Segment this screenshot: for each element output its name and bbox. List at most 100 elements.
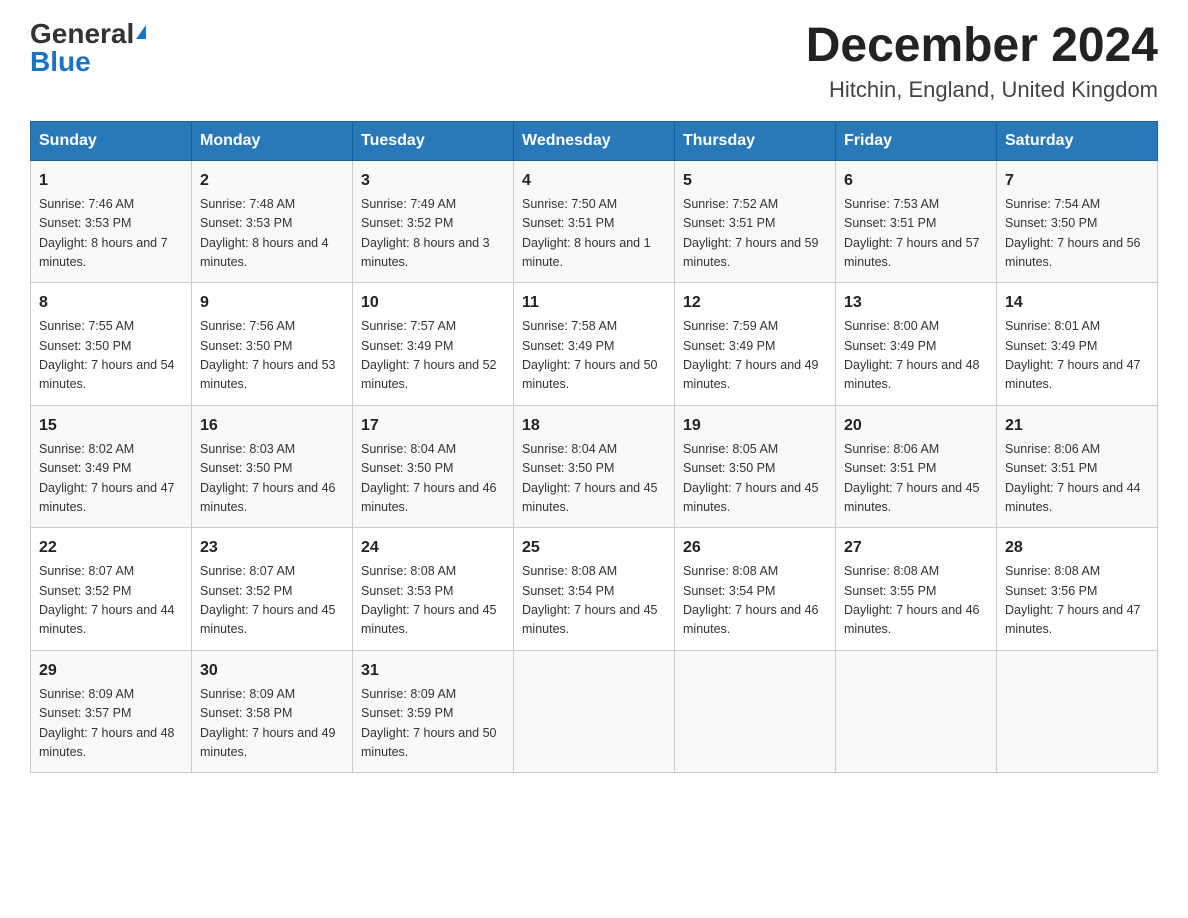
day-number: 2 <box>200 169 344 193</box>
day-info: Sunrise: 7:58 AMSunset: 3:49 PMDaylight:… <box>522 317 666 395</box>
day-number: 23 <box>200 536 344 560</box>
day-info: Sunrise: 8:08 AMSunset: 3:56 PMDaylight:… <box>1005 562 1149 640</box>
day-number: 17 <box>361 414 505 438</box>
day-number: 6 <box>844 169 988 193</box>
day-number: 8 <box>39 291 183 315</box>
calendar-cell: 30Sunrise: 8:09 AMSunset: 3:58 PMDayligh… <box>192 650 353 773</box>
day-number: 4 <box>522 169 666 193</box>
day-number: 26 <box>683 536 827 560</box>
calendar-cell: 24Sunrise: 8:08 AMSunset: 3:53 PMDayligh… <box>353 528 514 651</box>
day-info: Sunrise: 8:00 AMSunset: 3:49 PMDaylight:… <box>844 317 988 395</box>
calendar-cell: 28Sunrise: 8:08 AMSunset: 3:56 PMDayligh… <box>997 528 1158 651</box>
calendar-cell: 15Sunrise: 8:02 AMSunset: 3:49 PMDayligh… <box>31 405 192 528</box>
day-info: Sunrise: 7:53 AMSunset: 3:51 PMDaylight:… <box>844 195 988 273</box>
calendar-cell: 20Sunrise: 8:06 AMSunset: 3:51 PMDayligh… <box>836 405 997 528</box>
title-block: December 2024 Hitchin, England, United K… <box>806 20 1158 103</box>
day-number: 21 <box>1005 414 1149 438</box>
day-number: 9 <box>200 291 344 315</box>
day-info: Sunrise: 7:52 AMSunset: 3:51 PMDaylight:… <box>683 195 827 273</box>
day-info: Sunrise: 8:03 AMSunset: 3:50 PMDaylight:… <box>200 440 344 518</box>
day-number: 16 <box>200 414 344 438</box>
calendar-subtitle: Hitchin, England, United Kingdom <box>806 77 1158 103</box>
calendar-cell: 31Sunrise: 8:09 AMSunset: 3:59 PMDayligh… <box>353 650 514 773</box>
day-number: 3 <box>361 169 505 193</box>
day-number: 14 <box>1005 291 1149 315</box>
day-number: 18 <box>522 414 666 438</box>
calendar-cell: 9Sunrise: 7:56 AMSunset: 3:50 PMDaylight… <box>192 283 353 406</box>
calendar-cell: 16Sunrise: 8:03 AMSunset: 3:50 PMDayligh… <box>192 405 353 528</box>
day-info: Sunrise: 7:54 AMSunset: 3:50 PMDaylight:… <box>1005 195 1149 273</box>
calendar-cell: 1Sunrise: 7:46 AMSunset: 3:53 PMDaylight… <box>31 160 192 283</box>
day-number: 12 <box>683 291 827 315</box>
day-info: Sunrise: 7:46 AMSunset: 3:53 PMDaylight:… <box>39 195 183 273</box>
day-number: 19 <box>683 414 827 438</box>
calendar-cell: 10Sunrise: 7:57 AMSunset: 3:49 PMDayligh… <box>353 283 514 406</box>
day-number: 13 <box>844 291 988 315</box>
calendar-cell: 3Sunrise: 7:49 AMSunset: 3:52 PMDaylight… <box>353 160 514 283</box>
calendar-cell: 14Sunrise: 8:01 AMSunset: 3:49 PMDayligh… <box>997 283 1158 406</box>
calendar-cell: 18Sunrise: 8:04 AMSunset: 3:50 PMDayligh… <box>514 405 675 528</box>
day-number: 1 <box>39 169 183 193</box>
day-number: 22 <box>39 536 183 560</box>
day-info: Sunrise: 8:06 AMSunset: 3:51 PMDaylight:… <box>844 440 988 518</box>
calendar-cell: 12Sunrise: 7:59 AMSunset: 3:49 PMDayligh… <box>675 283 836 406</box>
calendar-week-row: 8Sunrise: 7:55 AMSunset: 3:50 PMDaylight… <box>31 283 1158 406</box>
day-info: Sunrise: 8:04 AMSunset: 3:50 PMDaylight:… <box>522 440 666 518</box>
calendar-cell <box>675 650 836 773</box>
day-info: Sunrise: 8:08 AMSunset: 3:54 PMDaylight:… <box>522 562 666 640</box>
weekday-header-sunday: Sunday <box>31 121 192 160</box>
calendar-cell: 29Sunrise: 8:09 AMSunset: 3:57 PMDayligh… <box>31 650 192 773</box>
calendar-cell: 22Sunrise: 8:07 AMSunset: 3:52 PMDayligh… <box>31 528 192 651</box>
day-info: Sunrise: 8:04 AMSunset: 3:50 PMDaylight:… <box>361 440 505 518</box>
day-info: Sunrise: 8:07 AMSunset: 3:52 PMDaylight:… <box>39 562 183 640</box>
calendar-cell: 7Sunrise: 7:54 AMSunset: 3:50 PMDaylight… <box>997 160 1158 283</box>
day-info: Sunrise: 8:09 AMSunset: 3:59 PMDaylight:… <box>361 685 505 763</box>
calendar-cell <box>997 650 1158 773</box>
calendar-cell: 6Sunrise: 7:53 AMSunset: 3:51 PMDaylight… <box>836 160 997 283</box>
calendar-cell: 5Sunrise: 7:52 AMSunset: 3:51 PMDaylight… <box>675 160 836 283</box>
weekday-header-friday: Friday <box>836 121 997 160</box>
day-number: 11 <box>522 291 666 315</box>
calendar-week-row: 15Sunrise: 8:02 AMSunset: 3:49 PMDayligh… <box>31 405 1158 528</box>
day-info: Sunrise: 8:08 AMSunset: 3:55 PMDaylight:… <box>844 562 988 640</box>
day-number: 25 <box>522 536 666 560</box>
calendar-week-row: 22Sunrise: 8:07 AMSunset: 3:52 PMDayligh… <box>31 528 1158 651</box>
weekday-header-row: SundayMondayTuesdayWednesdayThursdayFrid… <box>31 121 1158 160</box>
day-info: Sunrise: 8:08 AMSunset: 3:53 PMDaylight:… <box>361 562 505 640</box>
calendar-week-row: 29Sunrise: 8:09 AMSunset: 3:57 PMDayligh… <box>31 650 1158 773</box>
logo-general: General <box>30 20 134 48</box>
logo: General Blue <box>30 20 146 76</box>
day-info: Sunrise: 7:50 AMSunset: 3:51 PMDaylight:… <box>522 195 666 273</box>
calendar-cell: 23Sunrise: 8:07 AMSunset: 3:52 PMDayligh… <box>192 528 353 651</box>
calendar-cell: 11Sunrise: 7:58 AMSunset: 3:49 PMDayligh… <box>514 283 675 406</box>
day-info: Sunrise: 8:01 AMSunset: 3:49 PMDaylight:… <box>1005 317 1149 395</box>
calendar-week-row: 1Sunrise: 7:46 AMSunset: 3:53 PMDaylight… <box>31 160 1158 283</box>
day-info: Sunrise: 7:49 AMSunset: 3:52 PMDaylight:… <box>361 195 505 273</box>
day-info: Sunrise: 8:02 AMSunset: 3:49 PMDaylight:… <box>39 440 183 518</box>
calendar-table: SundayMondayTuesdayWednesdayThursdayFrid… <box>30 121 1158 774</box>
day-info: Sunrise: 7:48 AMSunset: 3:53 PMDaylight:… <box>200 195 344 273</box>
day-number: 30 <box>200 659 344 683</box>
weekday-header-thursday: Thursday <box>675 121 836 160</box>
calendar-body: 1Sunrise: 7:46 AMSunset: 3:53 PMDaylight… <box>31 160 1158 773</box>
day-number: 7 <box>1005 169 1149 193</box>
weekday-header-tuesday: Tuesday <box>353 121 514 160</box>
day-number: 5 <box>683 169 827 193</box>
day-info: Sunrise: 7:55 AMSunset: 3:50 PMDaylight:… <box>39 317 183 395</box>
logo-arrow-icon <box>136 25 146 39</box>
weekday-header-wednesday: Wednesday <box>514 121 675 160</box>
day-number: 15 <box>39 414 183 438</box>
day-number: 10 <box>361 291 505 315</box>
day-info: Sunrise: 8:07 AMSunset: 3:52 PMDaylight:… <box>200 562 344 640</box>
calendar-cell: 2Sunrise: 7:48 AMSunset: 3:53 PMDaylight… <box>192 160 353 283</box>
day-number: 27 <box>844 536 988 560</box>
calendar-cell: 26Sunrise: 8:08 AMSunset: 3:54 PMDayligh… <box>675 528 836 651</box>
day-info: Sunrise: 8:09 AMSunset: 3:58 PMDaylight:… <box>200 685 344 763</box>
day-number: 24 <box>361 536 505 560</box>
calendar-title: December 2024 <box>806 20 1158 73</box>
calendar-cell: 17Sunrise: 8:04 AMSunset: 3:50 PMDayligh… <box>353 405 514 528</box>
weekday-header-monday: Monday <box>192 121 353 160</box>
day-info: Sunrise: 8:05 AMSunset: 3:50 PMDaylight:… <box>683 440 827 518</box>
calendar-cell: 25Sunrise: 8:08 AMSunset: 3:54 PMDayligh… <box>514 528 675 651</box>
logo-blue: Blue <box>30 48 91 76</box>
